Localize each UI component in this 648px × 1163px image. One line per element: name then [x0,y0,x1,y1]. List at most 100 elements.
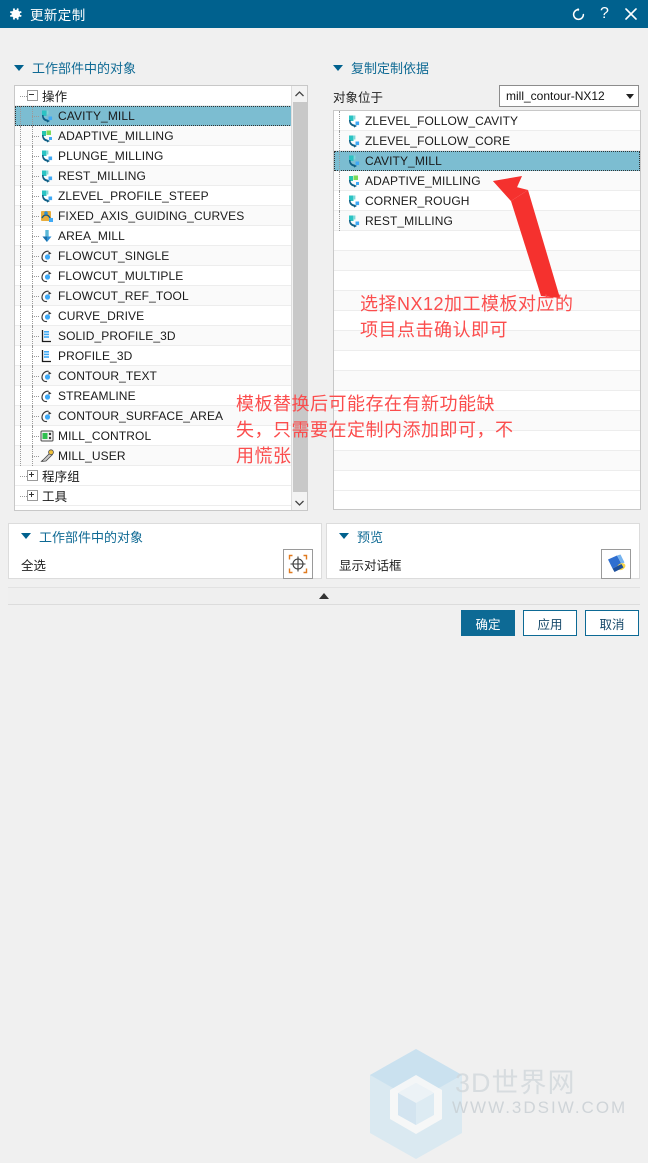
list-item[interactable]: CORNER_ROUGH [334,190,640,211]
tree-guide [15,105,27,126]
expand-icon[interactable] [27,470,38,481]
tree-item[interactable]: SOLID_PROFILE_3D [15,325,292,346]
tree-guide [27,185,39,206]
tree-item[interactable]: MILL_USER [15,445,292,466]
bottom-section-preview: 预览 显示对话框 [326,523,640,579]
tree-guide [27,385,39,406]
tree-guide [15,245,27,266]
section-title: 工作部件中的对象 [39,529,144,545]
expand-icon[interactable] [27,490,38,501]
tree-group[interactable]: 程序组 [15,466,292,486]
profile3d-icon [41,329,51,342]
tree-guide [15,86,27,106]
scroll-up-arrow-icon[interactable] [292,86,307,101]
tree-guide [15,225,27,246]
tree-guide [15,205,27,226]
row-label: CAVITY_MILL [58,108,135,123]
row-label: REST_MILLING [58,168,146,183]
tree-item[interactable]: STREAMLINE [15,385,292,406]
object-located-label: 对象位于 [333,90,384,105]
flashlight-icon[interactable] [601,549,631,579]
list-item[interactable]: ZLEVEL_FOLLOW_CORE [334,130,640,151]
button-label: 应用 [537,617,563,632]
tree-guide [15,185,27,206]
left-tree-scrollbar[interactable] [291,86,307,510]
copy-source-list[interactable]: ZLEVEL_FOLLOW_CAVITY ZLEVEL_FOLLOW_CORE CA… [333,110,641,510]
list-item[interactable]: ZLEVEL_FOLLOW_CAVITY [334,111,640,131]
tree-item[interactable]: FLOWCUT_REF_TOOL [15,285,292,306]
fixed-axis-icon [41,210,53,222]
ok-button[interactable]: 确定 [461,610,515,636]
scrollbar-thumb[interactable] [293,102,307,492]
tree-root-operations[interactable]: 操作 [15,86,292,106]
tree-item[interactable]: REST_MILLING [15,165,292,186]
tree-item[interactable]: MILL_CONTROL [15,425,292,446]
tree-item[interactable]: CONTOUR_SURFACE_AREA [15,405,292,426]
tree-guide [27,145,39,166]
section-title: 工作部件中的对象 [32,61,137,76]
tree-item[interactable]: CAVITY_MILL [15,105,292,126]
gear-icon [10,8,22,20]
tree-item[interactable]: AREA_MILL [15,225,292,246]
row-label: CURVE_DRIVE [58,308,145,323]
profile3d-icon [41,349,51,362]
apply-button[interactable]: 应用 [523,610,577,636]
list-rows: ZLEVEL_FOLLOW_CAVITY ZLEVEL_FOLLOW_CORE CA… [334,111,640,509]
area-mill-icon [42,229,52,242]
tree-group[interactable]: 工具 [15,486,292,506]
tree-item[interactable]: CONTOUR_TEXT [15,365,292,386]
tree-guide [334,130,346,151]
row-label: SOLID_PROFILE_3D [58,328,176,343]
section-header-work-part-objects-bottom[interactable]: 工作部件中的对象 [21,523,143,549]
tree-item[interactable]: PROFILE_3D [15,345,292,366]
tree-guide [15,425,27,446]
watermark-logo [370,1049,462,1159]
row-label: CONTOUR_SURFACE_AREA [58,408,224,423]
help-icon[interactable]: ? [597,6,612,22]
tree-guide [27,305,39,326]
list-empty-row [334,311,640,331]
flowcut-icon [41,310,52,322]
work-part-objects-tree[interactable]: 操作 CAVITY_MILL ADAPTIVE_MILLING PLUNGE_MILL… [14,85,308,511]
row-label: ZLEVEL_PROFILE_STEEP [58,188,209,203]
tree-item[interactable]: ADAPTIVE_MILLING [15,125,292,146]
tree-item[interactable]: FIXED_AXIS_GUIDING_CURVES [15,205,292,226]
tree-guide [27,265,39,286]
tree-guide [334,111,346,131]
row-label: 工具 [42,490,68,504]
watermark-text: 3D世界网 [455,1068,576,1098]
scroll-down-arrow-icon[interactable] [292,495,307,510]
tree-guide [334,170,346,191]
list-item[interactable]: REST_MILLING [334,210,640,231]
collapse-strip[interactable] [8,587,640,605]
row-label: ADAPTIVE_MILLING [365,173,481,188]
tree-item[interactable]: CURVE_DRIVE [15,305,292,326]
flowcut-icon [41,290,52,302]
select-all-target-icon[interactable] [283,549,313,579]
list-item[interactable]: CAVITY_MILL [334,150,640,171]
row-label: ADAPTIVE_MILLING [58,128,174,143]
cancel-button[interactable]: 取消 [585,610,639,636]
row-label: CORNER_ROUGH [365,193,470,208]
cavity-mill-icon [42,110,53,123]
section-header-copy-customization-source[interactable]: 复制定制依据 [333,58,429,77]
tree-item[interactable]: FLOWCUT_SINGLE [15,245,292,266]
reset-icon[interactable] [571,7,586,22]
tree-item[interactable]: PLUNGE_MILLING [15,145,292,166]
section-header-work-part-objects[interactable]: 工作部件中的对象 [14,58,136,77]
top-panels: 工作部件中的对象 复制定制依据 操作 CAVITY_MILL ADAPTIVE_MI… [0,28,648,515]
template-select[interactable]: mill_contour-NX12 [499,85,639,107]
tree-item[interactable]: FLOWCUT_MULTIPLE [15,265,292,286]
list-item[interactable]: ADAPTIVE_MILLING [334,170,640,191]
list-empty-row [334,451,640,471]
object-located-row: 对象位于 mill_contour-NX12 [333,85,639,107]
section-header-preview[interactable]: 预览 [339,523,383,549]
tree-guide [27,425,39,446]
close-icon[interactable] [623,7,638,22]
collapse-icon[interactable] [27,90,38,101]
row-label: MILL_CONTROL [58,428,152,443]
tree-item[interactable]: ZLEVEL_PROFILE_STEEP [15,185,292,206]
tree-guide [27,325,39,346]
tree-guide [15,145,27,166]
row-label: FLOWCUT_MULTIPLE [58,268,184,283]
